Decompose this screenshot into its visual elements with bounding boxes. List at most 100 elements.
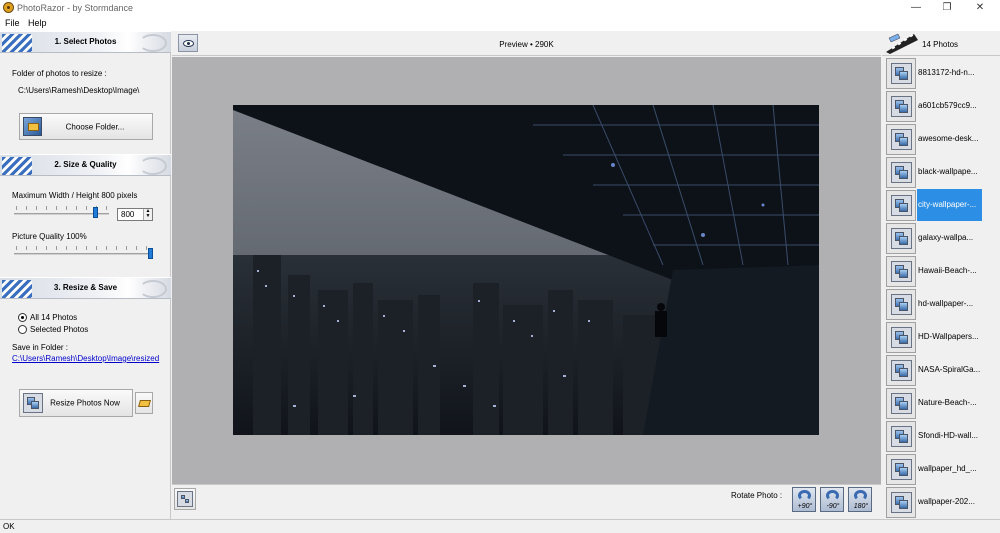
rotate-minus-90-button[interactable]: -90° [820,487,844,512]
photo-filename[interactable]: HD-Wallpapers... [917,321,982,353]
photo-thumbnail[interactable] [886,355,916,386]
photo-thumbnail[interactable] [886,157,916,188]
photo-filename[interactable]: hd-wallpaper-... [917,288,982,320]
fit-preview-button[interactable] [174,488,196,510]
photo-list-item[interactable]: black-wallpape... [882,156,1000,189]
photo-icon [891,327,912,348]
photo-thumbnail[interactable] [886,421,916,452]
photos-icon [177,491,193,507]
photo-list-item[interactable]: HD-Wallpapers... [882,321,1000,354]
menu-bar: File Help [0,17,1000,31]
max-size-label: Maximum Width / Height 800 pixels [12,191,138,200]
photo-thumbnail[interactable] [886,190,916,221]
max-size-spinbox[interactable]: 800 ▲ ▼ [117,208,153,221]
photo-list-item[interactable]: NASA-SpiralGa... [882,354,1000,387]
photo-thumbnail[interactable] [886,289,916,320]
photo-list-item[interactable]: city-wallpaper-... [882,189,1000,222]
photo-thumbnail[interactable] [886,388,916,419]
photo-thumbnail[interactable] [886,223,916,254]
resize-photos-label: Resize Photos Now [50,398,120,408]
photo-filename[interactable]: Nature-Beach-... [917,387,982,419]
save-folder-label: Save in Folder : [12,343,69,352]
open-folder-icon [138,400,151,407]
resize-photos-button[interactable]: Resize Photos Now [19,389,133,417]
photo-thumbnail[interactable] [886,322,916,353]
photo-filename[interactable]: NASA-SpiralGa... [917,354,982,386]
menu-file[interactable]: File [5,18,20,28]
photo-list[interactable]: 8813172-hd-n... a601cb579cc9... awesome-de… [882,57,1000,519]
photo-icon [891,129,912,150]
section-resize-save: 3. Resize & Save [0,277,171,299]
photo-icon [891,195,912,216]
preview-photo [233,105,819,435]
close-button[interactable]: ✕ [965,1,995,15]
photo-list-item[interactable]: wallpaper-202... [882,486,1000,519]
save-folder-link[interactable]: C:\Users\Ramesh\Desktop\Image\resized [12,354,159,363]
max-size-slider-thumb[interactable] [93,207,99,218]
rotate-label-text: -90° [826,503,840,510]
photo-filename[interactable]: wallpaper-202... [917,486,982,518]
photo-filename[interactable]: 8813172-hd-n... [917,57,982,89]
photo-icon [891,96,912,117]
photo-list-item[interactable]: galaxy-wallpa... [882,222,1000,255]
choose-folder-button[interactable]: Choose Folder... [19,113,153,140]
photo-thumbnail[interactable] [886,58,916,89]
radio-all-photos[interactable] [18,313,27,322]
rotate-180-button[interactable]: 180° [848,487,872,512]
photo-thumbnail[interactable] [886,454,916,485]
photo-filename[interactable]: a601cb579cc9... [917,90,982,122]
slider-ticks [16,246,152,250]
photo-icon [891,228,912,249]
photo-list-item[interactable]: Hawaii-Beach-... [882,255,1000,288]
spin-arrows-icon[interactable]: ▲ ▼ [143,209,152,220]
photo-list-item[interactable]: 8813172-hd-n... [882,57,1000,90]
photo-count: 14 Photos [922,40,959,49]
photo-list-item[interactable]: a601cb579cc9... [882,90,1000,123]
photo-filename[interactable]: wallpaper_hd_... [917,453,982,485]
photo-list-item[interactable]: awesome-desk... [882,123,1000,156]
photo-icon [891,261,912,282]
photo-filename[interactable]: black-wallpape... [917,156,982,188]
photo-list-item[interactable]: Nature-Beach-... [882,387,1000,420]
preview-title: Preview • 290K [499,40,554,49]
section-size-quality: 2. Size & Quality [0,154,171,176]
photo-icon [891,162,912,183]
rotate-label: Rotate Photo : [731,491,783,500]
photo-thumbnail[interactable] [886,256,916,287]
photo-list-item[interactable]: hd-wallpaper-... [882,288,1000,321]
rotate-label-text: 180° [853,503,869,510]
rotate-plus-90-button[interactable]: +90° [792,487,816,512]
window-title: PhotoRazor - by Stormdance [17,3,134,13]
minimize-button[interactable]: — [901,1,931,15]
photo-list-header: 14 Photos [882,31,1000,56]
photo-filename[interactable]: Sfondi-HD-wall... [917,420,982,452]
menu-help[interactable]: Help [28,18,47,28]
radio-all-photos-label[interactable]: All 14 Photos [30,313,77,322]
preview-header: Preview • 290K [172,31,881,56]
preview-footer: Rotate Photo : +90° -90° 180° [172,484,881,519]
quality-slider-thumb[interactable] [148,248,153,259]
rotate-180-icon [854,490,867,501]
photo-filename[interactable]: awesome-desk... [917,123,982,155]
open-folder-button[interactable] [135,392,153,414]
photo-icon [891,459,912,480]
photo-icon [891,426,912,447]
photo-thumbnail[interactable] [886,487,916,518]
photo-list-item[interactable]: Sfondi-HD-wall... [882,420,1000,453]
swirl-decoration [139,280,167,298]
photo-thumbnail[interactable] [886,91,916,122]
choose-folder-label: Choose Folder... [65,122,125,131]
photo-filename[interactable]: city-wallpaper-... [917,189,982,221]
photo-list-item[interactable]: wallpaper_hd_... [882,453,1000,486]
radio-selected-photos-label[interactable]: Selected Photos [30,325,88,334]
photo-thumbnail[interactable] [886,124,916,155]
title-bar: PhotoRazor - by Stormdance — ❐ ✕ [0,0,1000,17]
restore-button[interactable]: ❐ [932,1,962,15]
folder-path: C:\Users\Ramesh\Desktop\Image\ [18,86,140,95]
quality-slider[interactable] [14,253,153,255]
folder-label: Folder of photos to resize : [12,69,107,78]
photo-icon [891,63,912,84]
radio-selected-photos[interactable] [18,325,27,334]
photo-filename[interactable]: Hawaii-Beach-... [917,255,982,287]
photo-filename[interactable]: galaxy-wallpa... [917,222,982,254]
